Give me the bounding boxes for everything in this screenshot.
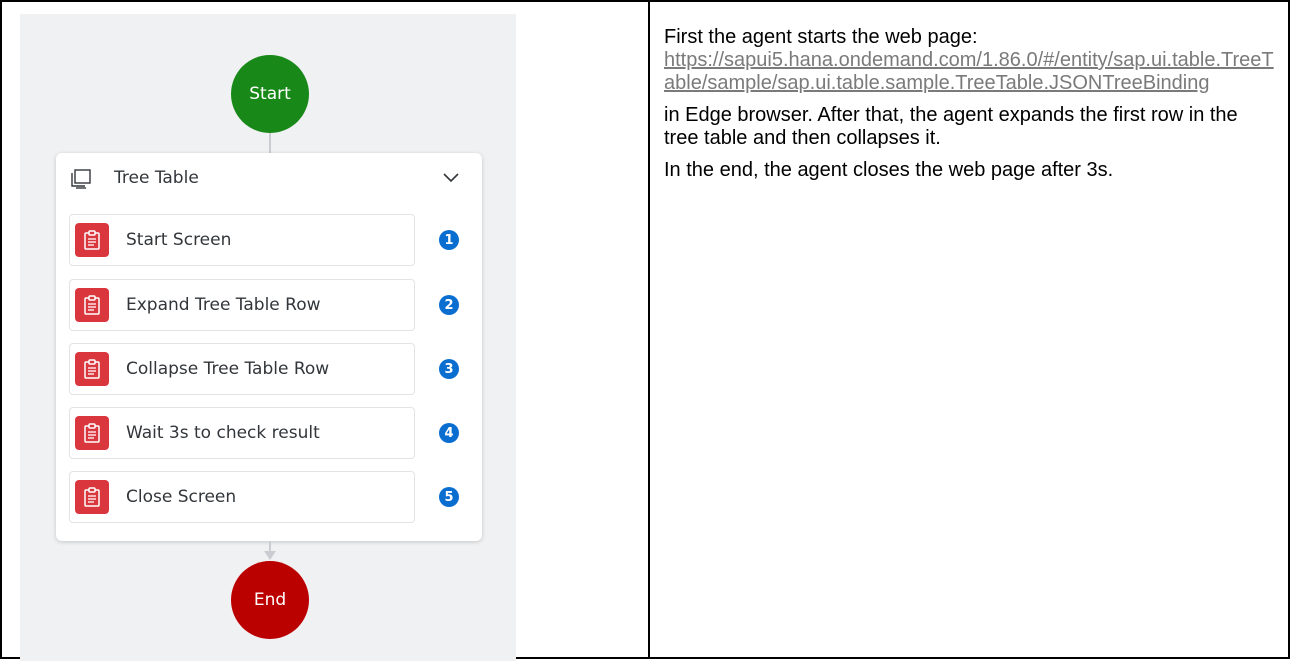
step-number-badge: 3 bbox=[439, 359, 459, 379]
step-start-screen[interactable]: Start Screen 1 bbox=[69, 214, 459, 266]
description-cell: First the agent starts the web page: htt… bbox=[664, 26, 1274, 191]
step-number-badge: 1 bbox=[439, 230, 459, 250]
workflow-diagram: Start Tree Table Start Screen 1 Expand T… bbox=[20, 14, 516, 661]
clipboard-icon bbox=[75, 223, 109, 257]
step-number-badge: 2 bbox=[439, 295, 459, 315]
clipboard-icon bbox=[75, 416, 109, 450]
description-paragraph-2: in Edge browser. After that, the agent e… bbox=[664, 104, 1238, 149]
clipboard-icon bbox=[75, 288, 109, 322]
step-label: Wait 3s to check result bbox=[126, 423, 320, 443]
end-node[interactable]: End bbox=[231, 561, 309, 639]
step-collapse-tree-table-row[interactable]: Collapse Tree Table Row 3 bbox=[69, 343, 459, 395]
clipboard-icon bbox=[75, 352, 109, 386]
step-label: Collapse Tree Table Row bbox=[126, 359, 330, 379]
step-number-badge: 4 bbox=[439, 423, 459, 443]
group-header[interactable]: Tree Table bbox=[56, 153, 482, 205]
description-paragraph-3: In the end, the agent closes the web pag… bbox=[664, 159, 1114, 181]
tree-table-group[interactable]: Tree Table Start Screen 1 Expand Tree Ta… bbox=[56, 153, 482, 541]
screen-icon bbox=[71, 169, 91, 189]
step-expand-tree-table-row[interactable]: Expand Tree Table Row 2 bbox=[69, 279, 459, 331]
step-wait-3s[interactable]: Wait 3s to check result 4 bbox=[69, 407, 459, 459]
intro-text: First the agent starts the web page: bbox=[664, 26, 978, 48]
column-divider bbox=[648, 2, 650, 657]
arrow-down-icon bbox=[264, 551, 276, 560]
start-node[interactable]: Start bbox=[231, 55, 309, 133]
sample-url-link[interactable]: https://sapui5.hana.ondemand.com/1.86.0/… bbox=[664, 49, 1274, 95]
group-title: Tree Table bbox=[114, 168, 199, 188]
document-table: Start Tree Table Start Screen 1 Expand T… bbox=[0, 0, 1290, 661]
chevron-down-icon[interactable] bbox=[442, 171, 460, 185]
step-close-screen[interactable]: Close Screen 5 bbox=[69, 471, 459, 523]
step-label: Start Screen bbox=[126, 230, 232, 250]
step-label: Expand Tree Table Row bbox=[126, 295, 321, 315]
step-label: Close Screen bbox=[126, 487, 237, 507]
clipboard-icon bbox=[75, 480, 109, 514]
description-intro: First the agent starts the web page: htt… bbox=[664, 26, 1274, 95]
step-number-badge: 5 bbox=[439, 487, 459, 507]
connector-line bbox=[269, 133, 271, 153]
